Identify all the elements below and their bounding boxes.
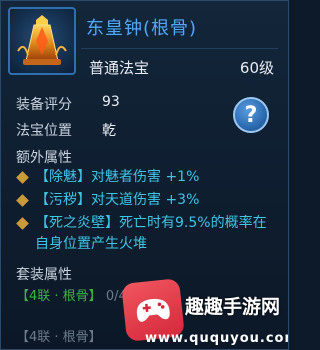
item-tooltip-panel: 东皇钟(根骨) 普通法宝 60级 装备评分 93 法宝位置 乾 ? 额外属性 【… — [0, 0, 289, 350]
question-icon: ? — [244, 102, 258, 128]
extra-attr-item: 【污秽】对天道伤害 +3% — [16, 190, 280, 211]
diamond-bullet-icon — [16, 194, 29, 207]
set-attr-line: 【4联 · 根骨】 0/4 — [16, 285, 127, 304]
extra-attr-text: 【除魅】对魅者伤害 +1% — [35, 169, 200, 185]
diamond-bullet-icon — [16, 171, 29, 184]
slot-row: 法宝位置 乾 — [16, 120, 116, 140]
rating-row: 装备评分 93 — [16, 94, 120, 114]
set-attrs-title: 套装属性 — [16, 267, 72, 283]
watermark-url: www.ququyou.com — [145, 331, 289, 346]
help-button[interactable]: ? — [233, 97, 269, 133]
extra-attr-text: 【死之炎壁】死亡时有9.5%的概率在自身位置产生火堆 — [35, 215, 267, 252]
rating-value: 93 — [102, 94, 120, 110]
slot-label: 法宝位置 — [16, 123, 72, 139]
diamond-bullet-icon — [16, 217, 29, 230]
extra-attr-item: 【死之炎壁】死亡时有9.5%的概率在自身位置产生火堆 — [16, 213, 280, 255]
slot-value: 乾 — [102, 123, 116, 139]
gamepad-icon — [136, 298, 170, 322]
rating-label: 装备评分 — [16, 97, 72, 113]
extra-attr-text: 【污秽】对天道伤害 +3% — [35, 192, 200, 208]
watermark-text: 趣趣手游网 — [185, 296, 281, 318]
item-type: 普通法宝 — [89, 59, 150, 77]
item-level: 60级 — [239, 59, 274, 77]
item-name: 东皇钟(根骨) — [86, 18, 198, 39]
item-icon-frame — [8, 7, 76, 75]
set-attr-line-2: 【4联 · 根骨】 — [16, 330, 102, 345]
bell-treasure-icon — [17, 15, 67, 65]
extra-attr-item: 【除魅】对魅者伤害 +1% — [16, 167, 280, 188]
set-name: 【4联 · 根骨】 — [16, 289, 102, 304]
extra-attrs-title: 额外属性 — [16, 150, 72, 166]
header-divider — [81, 48, 278, 49]
